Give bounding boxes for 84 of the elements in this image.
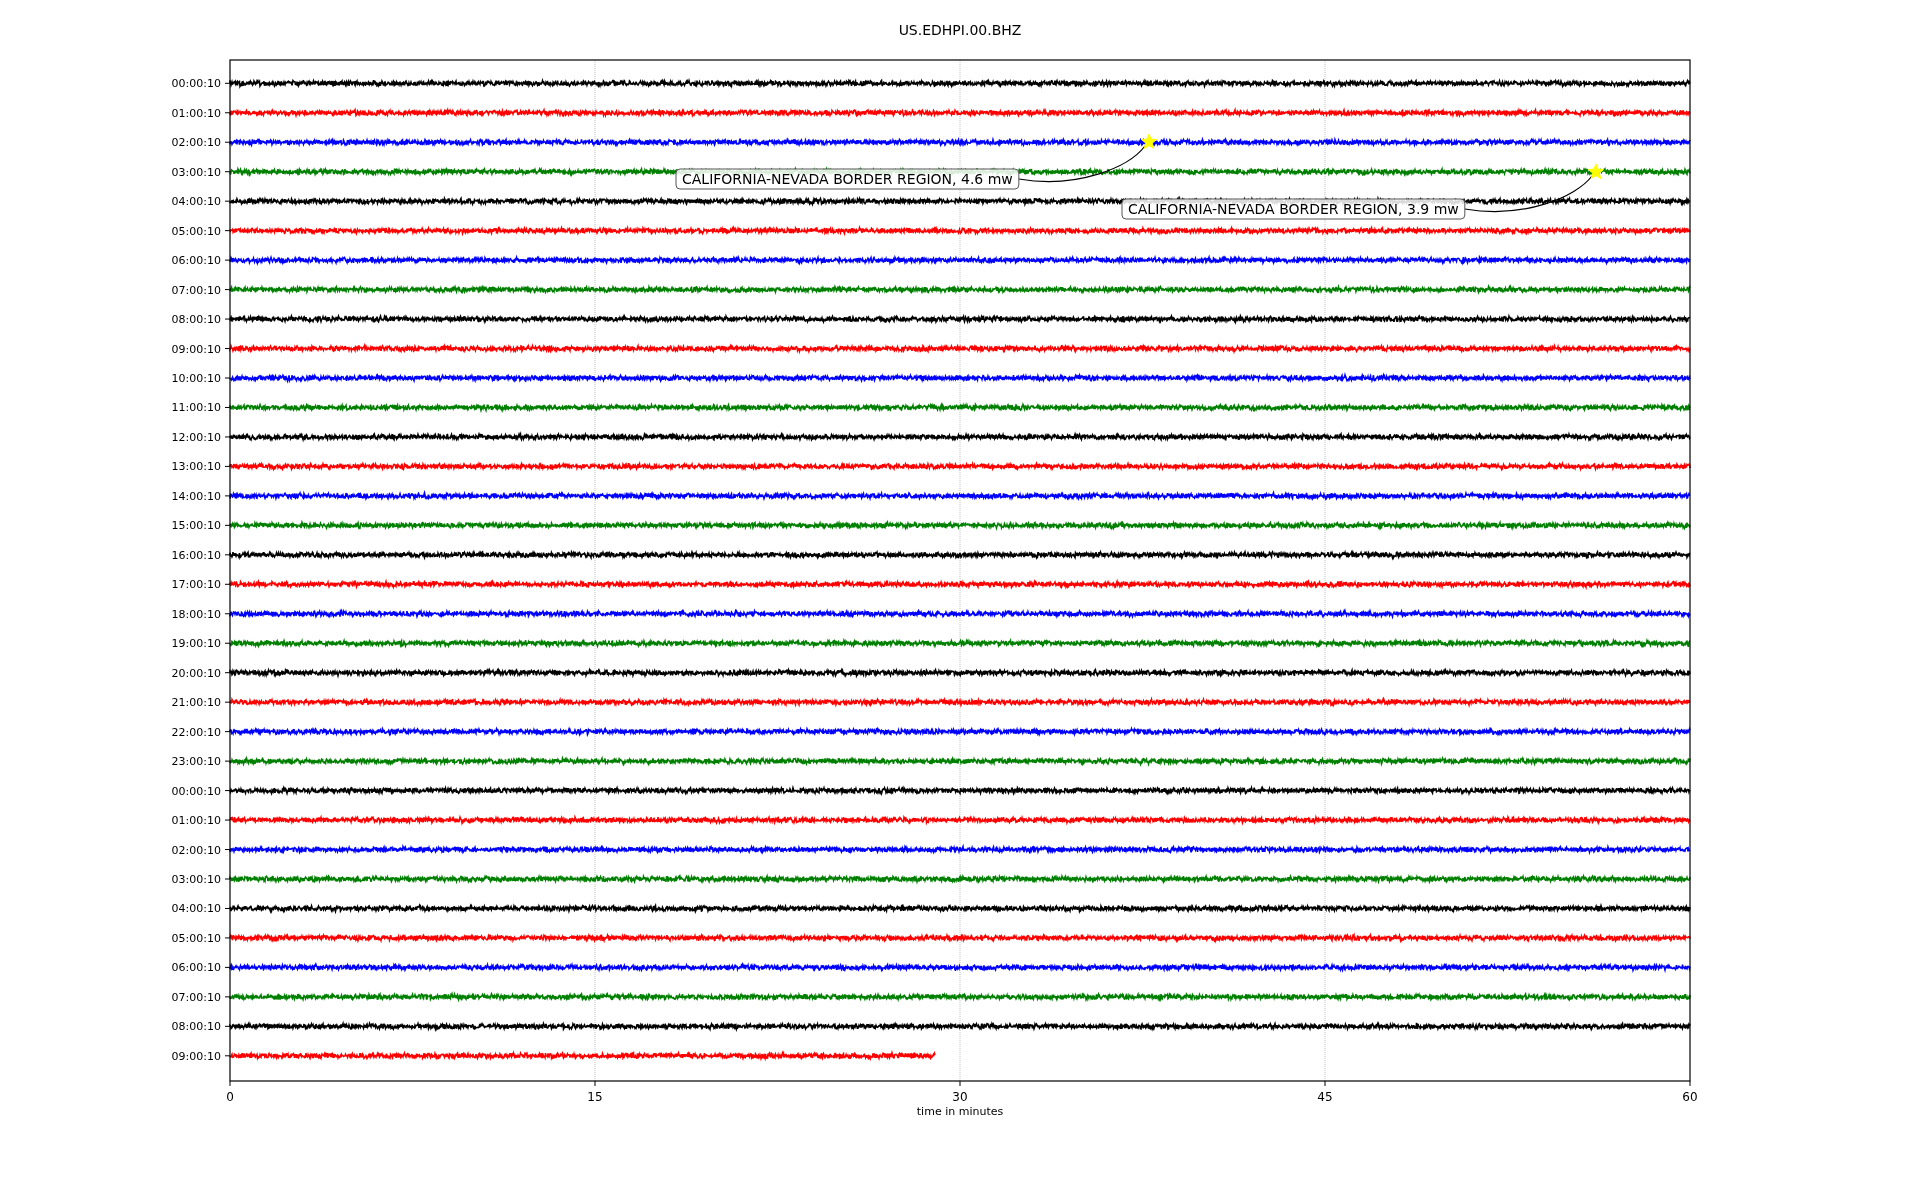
tick-mark [224,377,231,379]
tick-mark [1689,1080,1691,1087]
row-time-label: 12:00:10 [171,430,221,444]
tick-mark [224,230,231,232]
tick-mark [224,259,231,261]
tick-mark [224,937,231,939]
tick-mark [224,406,231,408]
row-time-label: 16:00:10 [171,548,221,562]
tick-mark [1324,1080,1326,1087]
tick-mark [224,613,231,615]
tick-mark [224,849,231,850]
row-time-label: 19:00:10 [171,637,221,651]
tick-label: 45 [1317,1090,1333,1104]
row-time-label: 09:00:10 [171,342,221,356]
tick-mark [224,465,231,467]
row-time-label: 08:00:10 [171,1020,221,1034]
event-label: CALIFORNIA-NEVADA BORDER REGION, 4.6 mw [675,168,1020,190]
tick-mark [224,996,231,998]
row-time-label: 05:00:10 [171,224,221,238]
tick-mark [224,524,231,526]
row-time-label: 07:00:10 [171,990,221,1004]
row-time-label: 07:00:10 [171,283,221,297]
row-time-label: 20:00:10 [171,666,221,680]
tick-mark [224,495,231,497]
tick-mark [224,731,231,733]
tick-mark [224,1055,231,1057]
tick-mark [224,112,231,114]
tick-label: 60 [1682,1090,1698,1104]
row-time-label: 23:00:10 [171,755,221,769]
tick-mark [594,1080,596,1087]
tick-mark [224,672,231,674]
tick-mark [224,171,231,173]
row-time-label: 14:00:10 [171,489,221,503]
row-time-label: 06:00:10 [171,254,221,268]
row-time-label: 17:00:10 [171,578,221,592]
star-icon [1140,133,1158,149]
tick-mark [224,907,231,909]
tick-mark [224,966,231,968]
row-time-label: 13:00:10 [171,460,221,474]
star-icon [1587,163,1605,179]
tick-label: 0 [226,1090,234,1104]
tick-mark [224,1025,231,1027]
tick-mark [224,554,231,556]
row-time-label: 05:00:10 [171,931,221,945]
row-time-label: 11:00:10 [171,401,221,415]
tick-mark [224,819,231,821]
row-time-label: 01:00:10 [171,814,221,828]
tick-mark [224,318,231,320]
tick-mark [224,348,231,350]
tick-mark [224,878,231,880]
row-time-label: 00:00:10 [171,784,221,798]
tick-mark [224,790,231,792]
tick-mark [224,289,231,291]
tick-mark [224,760,231,762]
tick-label: 15 [587,1090,603,1104]
row-time-label: 03:00:10 [171,165,221,179]
event-label: CALIFORNIA-NEVADA BORDER REGION, 3.9 mw [1121,198,1466,220]
axis-label: time in minutes [916,1105,1004,1118]
chart-title: US.EDHPI.00.BHZ [898,22,1022,38]
tick-mark [224,701,231,703]
tick-mark [224,141,231,143]
row-time-label: 02:00:10 [171,136,221,150]
tick-mark [224,642,231,644]
row-time-label: 10:00:10 [171,372,221,385]
row-time-label: 06:00:10 [171,961,221,975]
tick-mark [959,1080,961,1087]
row-time-label: 00:00:10 [171,77,221,91]
tick-mark [224,436,231,438]
row-time-label: 04:00:10 [171,902,221,916]
tick-mark [224,200,231,202]
tick-mark [224,82,231,84]
tick-mark [224,583,231,585]
row-time-label: 09:00:10 [171,1049,221,1063]
row-time-label: 03:00:10 [171,873,221,886]
row-time-label: 22:00:10 [171,725,221,739]
row-time-label: 01:00:10 [171,106,221,120]
row-time-label: 15:00:10 [171,519,221,533]
row-time-label: 02:00:10 [171,843,221,857]
row-time-label: 21:00:10 [171,696,221,710]
tick-mark [229,1080,231,1087]
row-time-label: 18:00:10 [171,607,221,621]
tick-label: 30 [952,1090,968,1104]
row-time-label: 08:00:10 [171,313,221,327]
row-time-label: 04:00:10 [171,195,221,209]
